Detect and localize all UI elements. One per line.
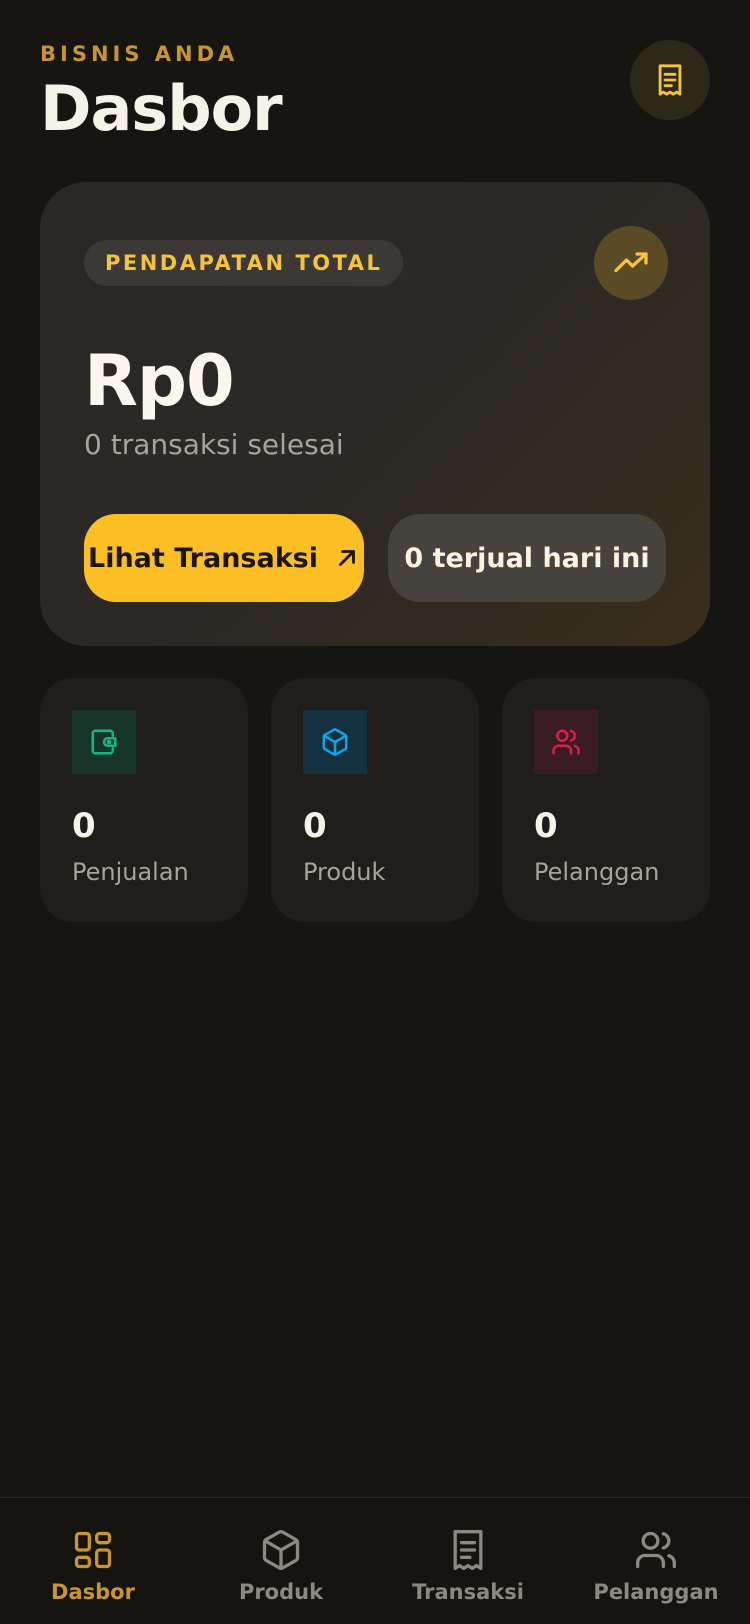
dashboard-screen: BISNIS ANDA Dasbor PENDAPATAN TOTAL Rp0 … (0, 0, 750, 1624)
stat-value: 0 (303, 806, 327, 846)
receipt-icon (658, 64, 682, 96)
stat-value: 0 (534, 806, 558, 846)
stat-value: 0 (72, 806, 96, 846)
nav-label: Dasbor (51, 1580, 135, 1604)
nav-label: Produk (238, 1580, 324, 1604)
receipt-button[interactable] (630, 40, 710, 120)
box-icon (322, 728, 348, 756)
nav-label: Pelanggan (593, 1580, 719, 1604)
page-header: BISNIS ANDA Dasbor (40, 42, 283, 145)
view-transactions-button[interactable]: Lihat Transaksi (84, 514, 364, 602)
sold-today-button[interactable]: 0 terjual hari ini (388, 514, 666, 602)
sold-today-label: 0 terjual hari ini (404, 542, 650, 574)
stat-card-customers[interactable]: 0 Pelanggan (502, 678, 710, 922)
revenue-badge: PENDAPATAN TOTAL (84, 240, 404, 286)
stat-icon-box (72, 710, 136, 774)
grid-icon (74, 1531, 112, 1569)
nav-label: Transaksi (412, 1580, 524, 1604)
stat-card-sales[interactable]: 0 Penjualan (40, 678, 248, 922)
view-transactions-label: Lihat Transaksi (88, 542, 318, 574)
stat-card-products[interactable]: 0 Produk (271, 678, 479, 922)
revenue-card: PENDAPATAN TOTAL Rp0 0 transaksi selesai… (40, 182, 710, 646)
users-icon (636, 1531, 676, 1569)
page-eyebrow: BISNIS ANDA (40, 42, 239, 66)
stat-label: Penjualan (72, 858, 189, 886)
users-icon (552, 729, 580, 755)
nav-item-dashboard[interactable]: Dasbor (13, 1528, 173, 1604)
nav-item-products[interactable]: Produk (201, 1528, 361, 1604)
box-icon (262, 1530, 300, 1570)
stat-icon-box (534, 710, 598, 774)
transactions-completed: 0 transaksi selesai (84, 428, 344, 461)
stat-label: Pelanggan (534, 858, 660, 886)
arrow-up-right-icon (339, 550, 355, 566)
receipt-icon (453, 1530, 483, 1570)
stat-label: Produk (303, 858, 386, 886)
wallet-icon (91, 729, 117, 755)
nav-item-customers[interactable]: Pelanggan (576, 1528, 736, 1604)
trend-button[interactable] (594, 226, 668, 300)
revenue-amount: Rp0 (84, 340, 235, 422)
stat-icon-box (303, 710, 367, 774)
page-title: Dasbor (40, 72, 283, 145)
trending-up-icon (614, 252, 648, 273)
bottom-nav: Dasbor Produk Transaksi Pelanggan (0, 1497, 750, 1624)
nav-item-transactions[interactable]: Transaksi (388, 1528, 548, 1604)
